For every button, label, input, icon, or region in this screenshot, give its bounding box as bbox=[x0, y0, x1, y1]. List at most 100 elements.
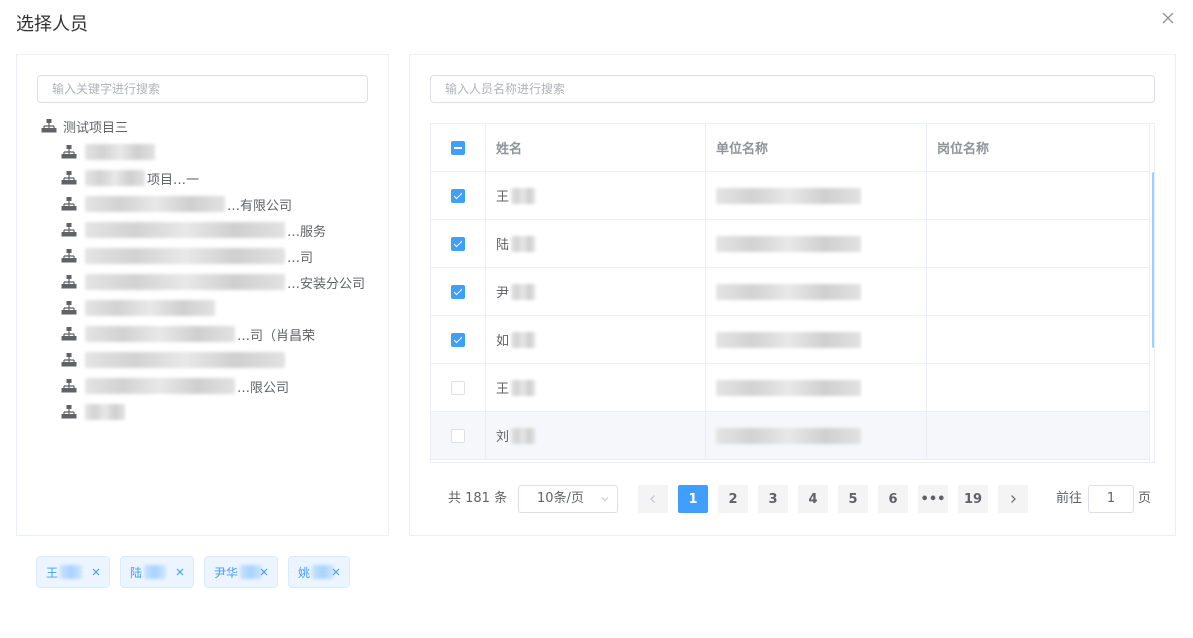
table-row[interactable]: 如 bbox=[431, 316, 1149, 364]
column-header-name[interactable]: 姓名 bbox=[486, 124, 706, 171]
org-structure-icon bbox=[61, 249, 77, 263]
pagination-total: 共 181 条 bbox=[448, 491, 508, 506]
page-button[interactable]: 19 bbox=[958, 485, 988, 513]
person-name: 陆 bbox=[496, 238, 510, 253]
row-checkbox[interactable] bbox=[451, 188, 465, 203]
tree-node[interactable]: …安装分公司 bbox=[41, 269, 381, 295]
people-panel: 姓名 单位名称 岗位名称 王陆尹如王刘 共 181 条 10条/页 123456… bbox=[409, 54, 1176, 536]
org-structure-icon bbox=[61, 145, 77, 159]
org-structure-icon bbox=[41, 119, 57, 133]
tag-label: 尹华 bbox=[214, 565, 239, 580]
redacted-text bbox=[511, 331, 536, 348]
tree-node[interactable] bbox=[41, 139, 381, 165]
person-name: 王 bbox=[496, 190, 510, 205]
cell-position bbox=[927, 220, 1149, 267]
people-search-box[interactable] bbox=[430, 75, 1155, 103]
org-structure-icon bbox=[61, 405, 77, 419]
table-row[interactable]: 尹 bbox=[431, 268, 1149, 316]
dialog-title: 选择人员 bbox=[16, 14, 88, 35]
close-icon bbox=[1162, 12, 1174, 24]
tree-node[interactable]: …限公司 bbox=[41, 373, 381, 399]
cell-name: 王 bbox=[486, 172, 706, 219]
page-button[interactable]: 3 bbox=[758, 485, 788, 513]
more-pages-button[interactable]: ••• bbox=[918, 485, 948, 513]
redacted-text bbox=[716, 331, 861, 348]
tree-node-label: 项目…一 bbox=[147, 172, 200, 188]
redacted-text bbox=[85, 170, 145, 186]
redacted-text bbox=[511, 283, 536, 300]
page-size-select[interactable]: 10条/页 bbox=[518, 485, 618, 513]
org-structure-icon bbox=[61, 301, 77, 315]
cell-position bbox=[927, 412, 1149, 459]
table-row[interactable]: 王 bbox=[431, 364, 1149, 412]
redacted-text bbox=[85, 378, 235, 394]
page-button[interactable]: 5 bbox=[838, 485, 868, 513]
org-search-box[interactable] bbox=[37, 75, 368, 103]
row-checkbox[interactable] bbox=[451, 284, 465, 299]
cell-position bbox=[927, 172, 1149, 219]
tag-close-icon[interactable] bbox=[91, 567, 101, 577]
table-scrollbar[interactable] bbox=[1149, 124, 1154, 462]
tree-node-label: …司（肖昌荣 bbox=[237, 328, 316, 344]
tree-node[interactable] bbox=[41, 295, 381, 321]
select-all-checkbox[interactable] bbox=[451, 140, 465, 155]
people-search-input[interactable] bbox=[431, 76, 1154, 102]
org-structure-icon bbox=[61, 171, 77, 185]
tree-node[interactable] bbox=[41, 399, 381, 425]
table-row[interactable]: 王 bbox=[431, 172, 1149, 220]
cell-position bbox=[927, 268, 1149, 315]
row-select-cell bbox=[431, 316, 486, 363]
redacted-text bbox=[716, 427, 861, 444]
tree-node[interactable]: 项目…一 bbox=[41, 165, 381, 191]
tree-node[interactable]: …服务 bbox=[41, 217, 381, 243]
person-name: 刘 bbox=[496, 430, 510, 445]
org-search-input[interactable] bbox=[38, 76, 367, 102]
org-tree-panel: 测试项目三 项目…一 …有限公司 …服务 …司 …安装分公司 …司（肖昌荣 …限公司 bbox=[16, 54, 389, 536]
close-button[interactable] bbox=[1160, 10, 1176, 26]
org-structure-icon bbox=[61, 223, 77, 237]
person-name: 如 bbox=[496, 334, 510, 349]
redacted-text bbox=[85, 274, 285, 290]
row-checkbox[interactable] bbox=[451, 428, 465, 443]
tree-node[interactable]: …有限公司 bbox=[41, 191, 381, 217]
table-header-row: 姓名 单位名称 岗位名称 bbox=[431, 124, 1149, 172]
tree-node[interactable]: …司 bbox=[41, 243, 381, 269]
tree-node[interactable]: …司（肖昌荣 bbox=[41, 321, 381, 347]
redacted-text bbox=[85, 326, 235, 342]
page-button[interactable]: 4 bbox=[798, 485, 828, 513]
tag-close-icon[interactable] bbox=[259, 567, 269, 577]
page-button[interactable]: 6 bbox=[878, 485, 908, 513]
tree-node[interactable] bbox=[41, 347, 381, 373]
org-structure-icon bbox=[61, 379, 77, 393]
chevron-down-icon bbox=[601, 497, 609, 502]
select-all-cell bbox=[431, 124, 486, 171]
cell-name: 刘 bbox=[486, 412, 706, 459]
redacted-text bbox=[85, 352, 285, 368]
tag-close-icon[interactable] bbox=[175, 567, 185, 577]
prev-page-button[interactable] bbox=[638, 485, 668, 513]
row-checkbox[interactable] bbox=[451, 380, 465, 395]
page-button[interactable]: 2 bbox=[718, 485, 748, 513]
row-checkbox[interactable] bbox=[451, 332, 465, 347]
table-row[interactable]: 刘 bbox=[431, 412, 1149, 460]
redacted-text bbox=[85, 196, 225, 212]
cell-name: 尹 bbox=[486, 268, 706, 315]
column-header-unit[interactable]: 单位名称 bbox=[706, 124, 927, 171]
row-select-cell bbox=[431, 412, 486, 459]
tag-close-icon[interactable] bbox=[331, 567, 341, 577]
column-header-position[interactable]: 岗位名称 bbox=[927, 124, 1149, 171]
table-scrollbar-thumb[interactable] bbox=[1152, 172, 1154, 348]
page-button[interactable]: 1 bbox=[678, 485, 708, 513]
row-select-cell bbox=[431, 220, 486, 267]
table-row[interactable]: 陆 bbox=[431, 220, 1149, 268]
goto-page-input[interactable]: 1 bbox=[1088, 485, 1134, 513]
cell-unit bbox=[706, 412, 927, 459]
tree-node-root[interactable]: 测试项目三 bbox=[41, 113, 381, 139]
page-size-value: 10条/页 bbox=[537, 491, 584, 506]
row-checkbox[interactable] bbox=[451, 236, 465, 251]
redacted-text bbox=[716, 283, 861, 300]
redacted-text bbox=[85, 222, 285, 238]
tag-label: 王 bbox=[46, 565, 59, 580]
cell-unit bbox=[706, 268, 927, 315]
next-page-button[interactable] bbox=[998, 485, 1028, 513]
